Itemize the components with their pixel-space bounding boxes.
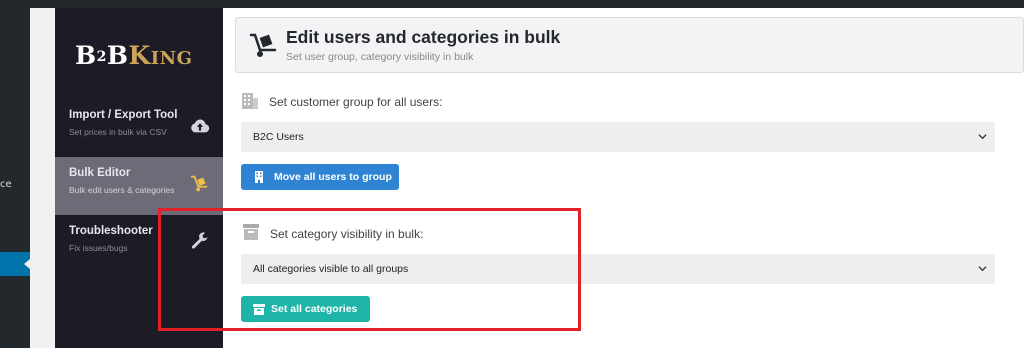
page-subtitle: Set user group, category visibility in b… bbox=[286, 51, 474, 63]
page-header: Edit users and categories in bulk Set us… bbox=[235, 17, 1024, 73]
customer-group-label: Set customer group for all users: bbox=[269, 95, 443, 109]
wp-admin-sidebar: ce bbox=[0, 8, 30, 348]
building-icon bbox=[255, 171, 263, 183]
highlight-annotation-box bbox=[158, 208, 581, 331]
customer-group-select[interactable]: B2C Users bbox=[241, 122, 995, 152]
page-title: Edit users and categories in bulk bbox=[286, 27, 561, 47]
wp-admin-menu-text[interactable]: ce bbox=[0, 179, 12, 190]
menu-item-import-export[interactable]: Import / Export Tool Set prices in bulk … bbox=[55, 99, 223, 157]
menu-item-title: Troubleshooter bbox=[69, 225, 153, 237]
menu-item-bulk-editor[interactable]: Bulk Editor Bulk edit users & categories bbox=[55, 157, 223, 215]
wp-admin-active-menu-item[interactable] bbox=[0, 252, 30, 276]
move-users-button-label: Move all users to group bbox=[274, 171, 392, 183]
wp-admin-topbar bbox=[0, 0, 1024, 8]
chevron-down-icon bbox=[978, 134, 987, 140]
hand-truck-icon bbox=[190, 175, 208, 192]
menu-item-subtitle: Fix issues/bugs bbox=[69, 243, 128, 253]
building-icon bbox=[242, 93, 258, 109]
menu-item-subtitle: Bulk edit users & categories bbox=[69, 185, 175, 195]
cloud-upload-icon bbox=[191, 119, 210, 133]
b2bking-logo: B2BKing bbox=[75, 41, 193, 70]
page-gap bbox=[30, 8, 55, 348]
move-users-button[interactable]: Move all users to group bbox=[241, 164, 399, 190]
menu-item-title: Bulk Editor bbox=[69, 167, 131, 179]
menu-item-subtitle: Set prices in bulk via CSV bbox=[69, 127, 167, 137]
menu-item-title: Import / Export Tool bbox=[69, 109, 178, 121]
hand-truck-icon bbox=[249, 33, 277, 57]
chevron-down-icon bbox=[978, 266, 987, 272]
customer-group-selected-value: B2C Users bbox=[253, 131, 304, 143]
